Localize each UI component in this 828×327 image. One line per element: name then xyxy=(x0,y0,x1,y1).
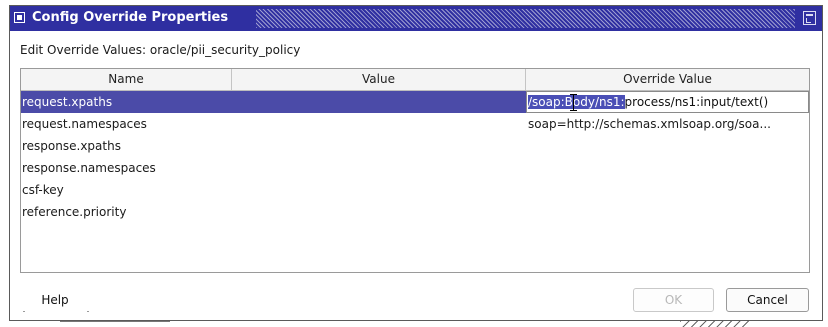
row-name[interactable]: response.xpaths xyxy=(22,135,232,157)
override-rest-text: process/ns1:input/text() xyxy=(624,95,769,109)
row-value[interactable] xyxy=(232,113,526,135)
row-name[interactable]: response.namespaces xyxy=(22,157,232,179)
table-row[interactable]: reference.priority xyxy=(21,201,809,223)
row-value[interactable] xyxy=(232,91,526,113)
table-row[interactable]: response.namespaces xyxy=(21,157,809,179)
row-override-value[interactable]: soap=http://schemas.xmlsoap.org/soa... xyxy=(528,113,809,135)
table-row[interactable]: response.xpaths xyxy=(21,135,809,157)
column-header-override-value[interactable]: Override Value xyxy=(526,69,809,90)
properties-table: Name Value Override Value request.xpaths… xyxy=(20,68,810,273)
row-name[interactable]: request.namespaces xyxy=(22,113,232,135)
row-value[interactable] xyxy=(232,201,526,223)
ok-button[interactable]: OK xyxy=(633,288,714,312)
table-row[interactable]: request.xpaths /soap:Body/ns1:process/ns… xyxy=(21,91,809,113)
column-header-value[interactable]: Value xyxy=(232,69,526,90)
background-hatch xyxy=(680,321,750,327)
row-name[interactable]: reference.priority xyxy=(22,201,232,223)
table-row[interactable]: csf-key xyxy=(21,179,809,201)
background-divider xyxy=(60,321,170,327)
title-bar[interactable]: Config Override Properties xyxy=(10,6,822,31)
override-value-editor[interactable]: /soap:Body/ns1:process/ns1:input/text() xyxy=(526,91,809,113)
row-name[interactable]: csf-key xyxy=(22,179,232,201)
row-override-value[interactable] xyxy=(528,157,809,179)
dialog-title: Config Override Properties xyxy=(32,10,229,25)
help-button[interactable]: Help xyxy=(22,288,89,312)
maximize-icon[interactable] xyxy=(803,11,816,25)
override-editor-text[interactable]: /soap:Body/ns1:process/ns1:input/text() xyxy=(528,92,768,112)
row-override-value[interactable] xyxy=(528,179,809,201)
table-header: Name Value Override Value xyxy=(21,69,809,91)
column-header-name[interactable]: Name xyxy=(21,69,232,90)
row-override-value[interactable] xyxy=(528,135,809,157)
config-override-dialog: Config Override Properties Edit Override… xyxy=(9,5,823,321)
background-window-strip xyxy=(0,321,828,327)
row-value[interactable] xyxy=(232,179,526,201)
cancel-button[interactable]: Cancel xyxy=(726,288,809,312)
row-value[interactable] xyxy=(232,157,526,179)
title-bar-texture xyxy=(256,9,795,28)
table-row[interactable]: request.namespaces soap=http://schemas.x… xyxy=(21,113,809,135)
text-cursor-icon xyxy=(570,94,578,111)
edit-override-label: Edit Override Values: oracle/pii_securit… xyxy=(20,43,301,57)
row-override-value[interactable] xyxy=(528,201,809,223)
row-value[interactable] xyxy=(232,135,526,157)
row-name[interactable]: request.xpaths xyxy=(21,91,232,113)
window-menu-icon[interactable] xyxy=(14,12,25,23)
